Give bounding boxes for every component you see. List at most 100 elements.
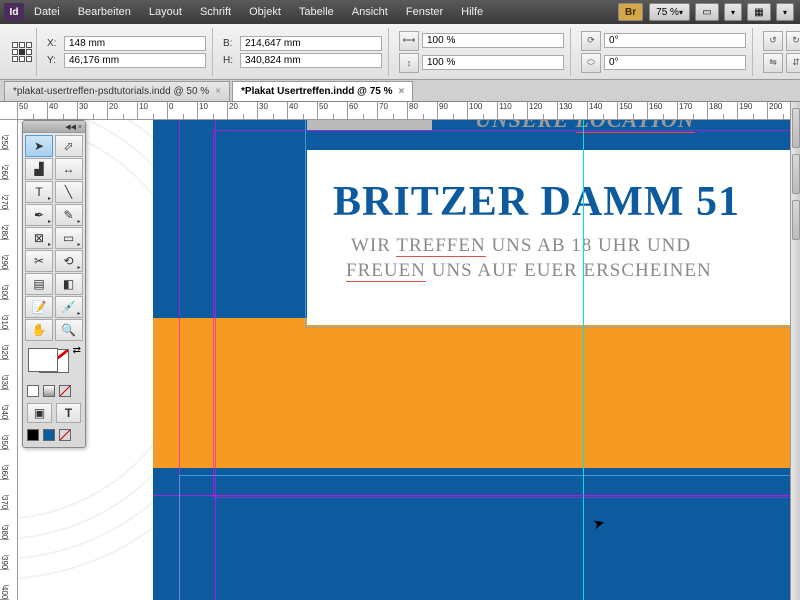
rect-frame-tool[interactable]: ⊠▸ [25, 227, 53, 249]
rotate-cw-icon[interactable]: ↻ [786, 31, 800, 51]
zoom-tool[interactable]: 🔍 [55, 319, 83, 341]
zoom-dropdown[interactable]: 75 % [649, 3, 690, 21]
vertical-ruler[interactable]: 2502602702802903003103203303403503603703… [0, 120, 18, 600]
arrange-icon[interactable]: ▦ [747, 3, 771, 21]
collapsed-panel-icon[interactable] [792, 154, 800, 194]
apply-color-icon[interactable] [27, 385, 39, 397]
doc-tab-2[interactable]: *Plakat Usertreffen.indd @ 75 %× [232, 81, 413, 101]
menu-datei[interactable]: Datei [26, 2, 68, 22]
h-field[interactable] [240, 53, 382, 68]
menu-bar: Id Datei Bearbeiten Layout Schrift Objek… [0, 0, 800, 24]
ruler-tick: 340 [0, 390, 9, 420]
apply-gradient-icon[interactable] [43, 385, 55, 397]
page-tool[interactable]: ▟ [25, 158, 53, 180]
close-icon[interactable]: × [399, 86, 405, 97]
none-swatch-icon[interactable] [59, 429, 71, 441]
ruler-tick: 70 [378, 102, 408, 119]
ruler-tick: 30 [78, 102, 108, 119]
gradient-swatch-tool[interactable]: ▤ [25, 273, 53, 295]
x-field[interactable] [64, 36, 206, 51]
flip-h-icon[interactable]: ⇋ [763, 53, 783, 73]
y-field[interactable] [64, 53, 206, 68]
ruler-tick: 10 [198, 102, 228, 119]
horizontal-ruler[interactable]: 5040302010010203040506070809010011012013… [18, 102, 800, 120]
menu-fenster[interactable]: Fenster [398, 2, 451, 22]
close-icon[interactable]: × [215, 86, 221, 97]
ruler-origin[interactable] [0, 102, 18, 120]
eyedropper-tool[interactable]: 💉▸ [55, 296, 83, 318]
ruler-tick: 180 [708, 102, 738, 119]
shear-icon: ⬭ [581, 53, 601, 73]
ruler-tick: 320 [0, 330, 9, 360]
menu-objekt[interactable]: Objekt [241, 2, 289, 22]
line-tool[interactable]: ╲ [55, 181, 83, 203]
menu-layout[interactable]: Layout [141, 2, 190, 22]
ruler-tick: 370 [0, 480, 9, 510]
ruler-tick: 90 [438, 102, 468, 119]
scale-y-field[interactable] [422, 55, 564, 70]
y-label: Y: [47, 55, 61, 66]
menu-schrift[interactable]: Schrift [192, 2, 239, 22]
doc-tab-1[interactable]: *plakat-usertreffen-psdtutorials.indd @ … [4, 81, 230, 101]
bridge-button[interactable]: Br [618, 3, 643, 21]
scale-y-icon: ↕ [399, 53, 419, 73]
screen-mode-icon[interactable]: ▭ [695, 3, 719, 21]
h-label: H: [223, 55, 237, 66]
ruler-tick: 50 [318, 102, 348, 119]
ruler-tick: 20 [228, 102, 258, 119]
scissors-tool[interactable]: ✂ [25, 250, 53, 272]
scale-x-icon: ⟷ [399, 31, 419, 51]
scale-x-field[interactable] [422, 33, 564, 48]
ruler-tick: 350 [0, 420, 9, 450]
w-field[interactable] [240, 36, 382, 51]
ruler-tick: 10 [138, 102, 168, 119]
menu-ansicht[interactable]: Ansicht [344, 2, 396, 22]
shear-field[interactable] [604, 55, 746, 70]
page: UNSERE LOCATION BRITZER DAMM 51 WIR TREF… [153, 120, 800, 600]
type-tool[interactable]: T▸ [25, 181, 53, 203]
view-mode-normal[interactable]: ▣ [27, 403, 52, 423]
swap-colors-icon[interactable]: ⇄ [73, 345, 81, 356]
menu-bearbeiten[interactable]: Bearbeiten [70, 2, 139, 22]
w-label: B: [223, 38, 237, 49]
note-tool[interactable]: 📝 [25, 296, 53, 318]
transform-tool[interactable]: ⟲▸ [55, 250, 83, 272]
flip-v-icon[interactable]: ⇵ [786, 53, 800, 73]
reference-point[interactable] [8, 28, 37, 76]
ruler-tick: 250 [0, 120, 9, 150]
toolbox[interactable]: ◀◀ × ➤ ⬀ ▟ ↔ T▸ ╲ ✒▸ ✎▸ ⊠▸ ▭▸ ✂ ⟲▸ ▤ ◧ 📝… [22, 120, 86, 448]
arrange-dropdown[interactable] [776, 3, 794, 21]
ruler-tick: 110 [498, 102, 528, 119]
workspace: 5040302010010203040506070809010011012013… [0, 102, 800, 600]
rotate-icon: ⟳ [581, 31, 601, 51]
default-black-icon[interactable] [27, 429, 39, 441]
ruler-tick: 290 [0, 240, 9, 270]
rotate-ccw-icon[interactable]: ↺ [763, 31, 783, 51]
collapsed-panel-icon[interactable] [792, 108, 800, 148]
control-bar: X: Y: B: H: ⟷ ↕ ⟳ ⬭ ↺↻ ⇋⇵ ◉ P ⋮ ▯ ▯ ▯ ▯ … [0, 24, 800, 80]
gradient-feather-tool[interactable]: ◧ [55, 273, 83, 295]
ruler-tick: 160 [648, 102, 678, 119]
doc-blue-icon[interactable] [43, 429, 55, 441]
gap-tool[interactable]: ↔ [55, 158, 83, 180]
fill-color[interactable] [28, 348, 58, 372]
view-mode-type[interactable]: T [56, 403, 81, 423]
ruler-tick: 60 [348, 102, 378, 119]
rotate-field[interactable] [604, 33, 746, 48]
apply-none-icon[interactable] [59, 385, 71, 397]
menu-tabelle[interactable]: Tabelle [291, 2, 342, 22]
screen-mode-dropdown[interactable] [724, 3, 742, 21]
pencil-tool[interactable]: ✎▸ [55, 204, 83, 226]
canvas[interactable]: UNSERE LOCATION BRITZER DAMM 51 WIR TREF… [18, 120, 800, 600]
ruler-tick: 50 [18, 102, 48, 119]
right-panel-dock[interactable] [790, 102, 800, 600]
pen-tool[interactable]: ✒▸ [25, 204, 53, 226]
hand-tool[interactable]: ✋ [25, 319, 53, 341]
toolbox-header[interactable]: ◀◀ × [23, 121, 85, 133]
selection-tool[interactable]: ➤ [25, 135, 53, 157]
direct-selection-tool[interactable]: ⬀ [55, 135, 83, 157]
menu-hilfe[interactable]: Hilfe [453, 2, 491, 22]
rect-tool[interactable]: ▭▸ [55, 227, 83, 249]
ruler-tick: 140 [588, 102, 618, 119]
collapsed-panel-icon[interactable] [792, 200, 800, 240]
